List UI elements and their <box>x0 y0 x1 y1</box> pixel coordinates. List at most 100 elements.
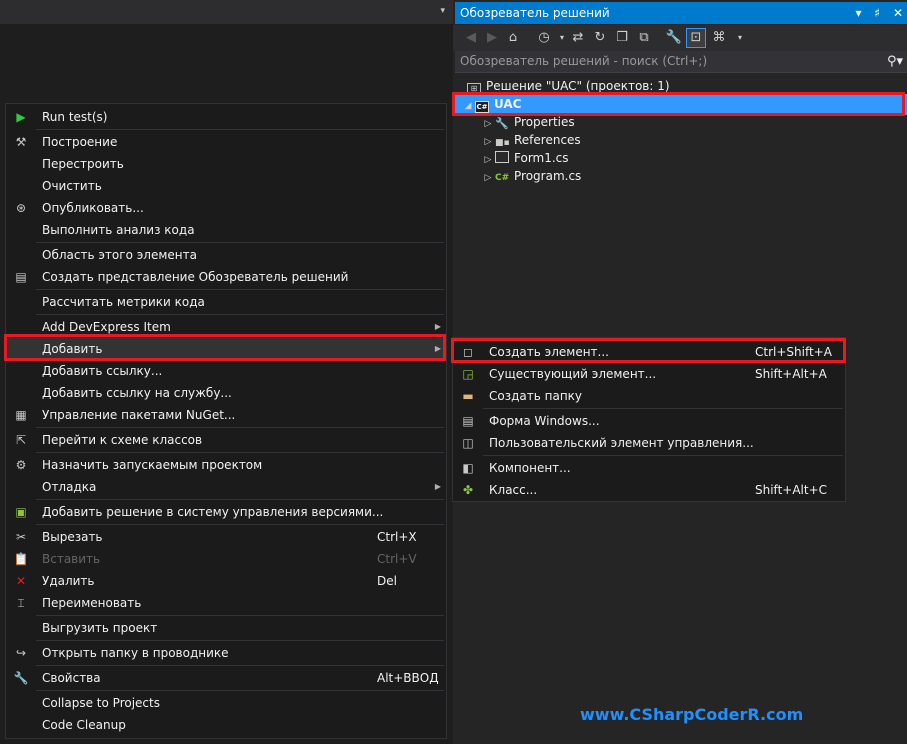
menu-item-manage-nuget[interactable]: ▦ Управление пакетами NuGet... <box>6 404 446 426</box>
nuget-icon: ▦ <box>15 408 27 422</box>
menu-item-rebuild[interactable]: Перестроить <box>6 153 446 175</box>
expand-arrow-icon[interactable]: ▷ <box>481 169 495 187</box>
menu-item-code-metrics[interactable]: Рассчитать метрики кода <box>6 291 446 313</box>
home-icon[interactable]: ⌂ <box>504 29 522 47</box>
solution-explorer-title-bar: Обозреватель решений ▾ ♯ ✕ <box>455 2 907 24</box>
toolbar-dropdown-icon[interactable]: ▾ <box>731 29 749 47</box>
menu-item-view-class-diagram[interactable]: ⇱ Перейти к схеме классов <box>6 429 446 451</box>
menu-item-clean[interactable]: Очистить <box>6 175 446 197</box>
window-menu-icon[interactable]: ▾ <box>855 6 861 20</box>
tree-item-references[interactable]: ▷ ■▪ References <box>481 131 581 149</box>
menu-item-add-service-reference[interactable]: Добавить ссылку на службу... <box>6 382 446 404</box>
menu-item-run-tests[interactable]: ▶ Run test(s) <box>6 106 446 128</box>
menu-item-scope-to-this[interactable]: Область этого элемента <box>6 244 446 266</box>
class-view-icon[interactable]: ⌘ <box>710 29 728 47</box>
menu-item-code-cleanup[interactable]: Code Cleanup <box>6 714 446 736</box>
menu-separator <box>483 455 843 456</box>
close-icon[interactable]: ✕ <box>893 6 903 20</box>
submenu-item-windows-form[interactable]: ▤ Форма Windows... <box>453 410 845 432</box>
new-folder-icon: ▬ <box>462 389 474 403</box>
menu-item-unload-project[interactable]: Выгрузить проект <box>6 617 446 639</box>
menu-separator <box>36 615 444 616</box>
source-control-icon: ▣ <box>15 505 27 519</box>
paste-icon: 📋 <box>13 552 29 566</box>
menu-item-cut[interactable]: ✂ Вырезать Ctrl+X <box>6 526 446 548</box>
search-placeholder: Обозреватель решений - поиск (Ctrl+;) <box>460 54 708 68</box>
menu-item-rename[interactable]: ⌶ Переименовать <box>6 592 446 614</box>
refresh-icon[interactable]: ↻ <box>591 29 609 47</box>
editor-tab-strip: ▾ <box>0 0 453 24</box>
search-icon[interactable]: ⚲▾ <box>887 51 903 72</box>
collapse-all-icon[interactable]: ❐ <box>613 29 631 47</box>
tree-item-properties[interactable]: ▷ 🔧 Properties <box>481 113 575 131</box>
rename-icon: ⌶ <box>17 596 25 610</box>
menu-separator <box>36 452 444 453</box>
cut-icon: ✂ <box>15 530 27 544</box>
menu-separator <box>36 242 444 243</box>
submenu-item-component[interactable]: ◧ Компонент... <box>453 457 845 479</box>
menu-separator <box>483 408 843 409</box>
build-icon: ⚒ <box>15 135 27 149</box>
component-icon: ◧ <box>462 461 474 475</box>
windows-form-icon: ▤ <box>462 414 474 428</box>
menu-separator <box>36 690 444 691</box>
project-context-menu: ▶ Run test(s) ⚒ Построение Перестроить Очи… <box>5 103 447 739</box>
highlight-frame-new-item <box>451 338 846 363</box>
menu-item-new-view[interactable]: ▤ Создать представление Обозреватель реше… <box>6 266 446 288</box>
menu-separator <box>36 499 444 500</box>
menu-item-open-in-explorer[interactable]: ↪ Открыть папку в проводнике <box>6 642 446 664</box>
class-diagram-icon: ⇱ <box>15 433 27 447</box>
new-view-icon: ▤ <box>15 270 27 284</box>
submenu-item-existing-item[interactable]: ◲ Существующий элемент... Shift+Alt+A <box>453 363 845 385</box>
properties-icon[interactable]: 🔧 <box>665 29 683 47</box>
gear-icon: ⚙ <box>15 458 27 472</box>
menu-item-paste[interactable]: 📋 Вставить Ctrl+V <box>6 548 446 570</box>
show-all-files-icon[interactable]: ⧉ <box>635 29 653 47</box>
tab-dropdown-icon[interactable]: ▾ <box>440 6 445 16</box>
tree-item-program[interactable]: ▷ C# Program.cs <box>481 167 582 187</box>
menu-separator <box>36 314 444 315</box>
tree-item-form1[interactable]: ▷ Form1.cs <box>481 149 569 167</box>
class-icon: ✤ <box>462 483 474 497</box>
wrench-icon: 🔧 <box>13 671 29 685</box>
menu-separator <box>36 129 444 130</box>
submenu-arrow-icon: ▶ <box>434 482 441 491</box>
menu-item-debug[interactable]: Отладка ▶ <box>6 476 446 498</box>
preview-icon[interactable]: ⊡ <box>686 28 706 48</box>
submenu-item-new-folder[interactable]: ▬ Создать папку <box>453 385 845 407</box>
menu-separator <box>36 289 444 290</box>
delete-icon: ✕ <box>15 574 27 588</box>
watermark: www.CSharpCoderR.com <box>580 705 804 724</box>
solution-explorer-title: Обозреватель решений <box>460 6 610 20</box>
menu-item-add-to-source-control[interactable]: ▣ Добавить решение в систему управления в… <box>6 501 446 523</box>
publish-icon: ⊛ <box>15 201 27 215</box>
open-folder-icon: ↪ <box>15 646 27 660</box>
submenu-item-class[interactable]: ✤ Класс... Shift+Alt+C <box>453 479 845 501</box>
menu-item-publish[interactable]: ⊛ Опубликовать... <box>6 197 446 219</box>
existing-item-icon: ◲ <box>462 367 474 381</box>
wrench-icon: 🔧 <box>495 117 509 130</box>
pending-changes-icon[interactable]: ◷ <box>535 29 553 47</box>
menu-item-add-reference[interactable]: Добавить ссылку... <box>6 360 446 382</box>
menu-item-collapse-to-projects[interactable]: Collapse to Projects <box>6 692 446 714</box>
forward-icon[interactable]: ▶ <box>483 29 501 47</box>
menu-separator <box>36 524 444 525</box>
run-icon: ▶ <box>16 110 26 124</box>
menu-item-code-analysis[interactable]: Выполнить анализ кода <box>6 219 446 241</box>
solution-explorer-search-input[interactable]: Обозреватель решений - поиск (Ctrl+;) ⚲▾ <box>455 51 907 73</box>
submenu-item-user-control[interactable]: ◫ Пользовательский элемент управления... <box>453 432 845 454</box>
menu-separator <box>36 427 444 428</box>
solution-explorer-toolbar: ◀ ▶ ⌂ ◷ ▾ ⇄ ↻ ❐ ⧉ 🔧 ⊡ ⌘ ▾ <box>453 25 907 51</box>
highlight-frame-add <box>4 334 446 361</box>
menu-item-properties[interactable]: 🔧 Свойства Alt+ВВОД <box>6 667 446 689</box>
menu-separator <box>36 665 444 666</box>
menu-item-delete[interactable]: ✕ Удалить Del <box>6 570 446 592</box>
menu-item-build[interactable]: ⚒ Построение <box>6 131 446 153</box>
pin-icon[interactable]: ♯ <box>874 6 880 20</box>
sync-icon[interactable]: ⇄ <box>569 29 587 47</box>
menu-item-set-startup[interactable]: ⚙ Назначить запускаемым проектом <box>6 454 446 476</box>
user-control-icon: ◫ <box>462 436 474 450</box>
back-icon[interactable]: ◀ <box>462 29 480 47</box>
menu-separator <box>36 640 444 641</box>
csharp-file-icon: C# <box>495 173 510 183</box>
